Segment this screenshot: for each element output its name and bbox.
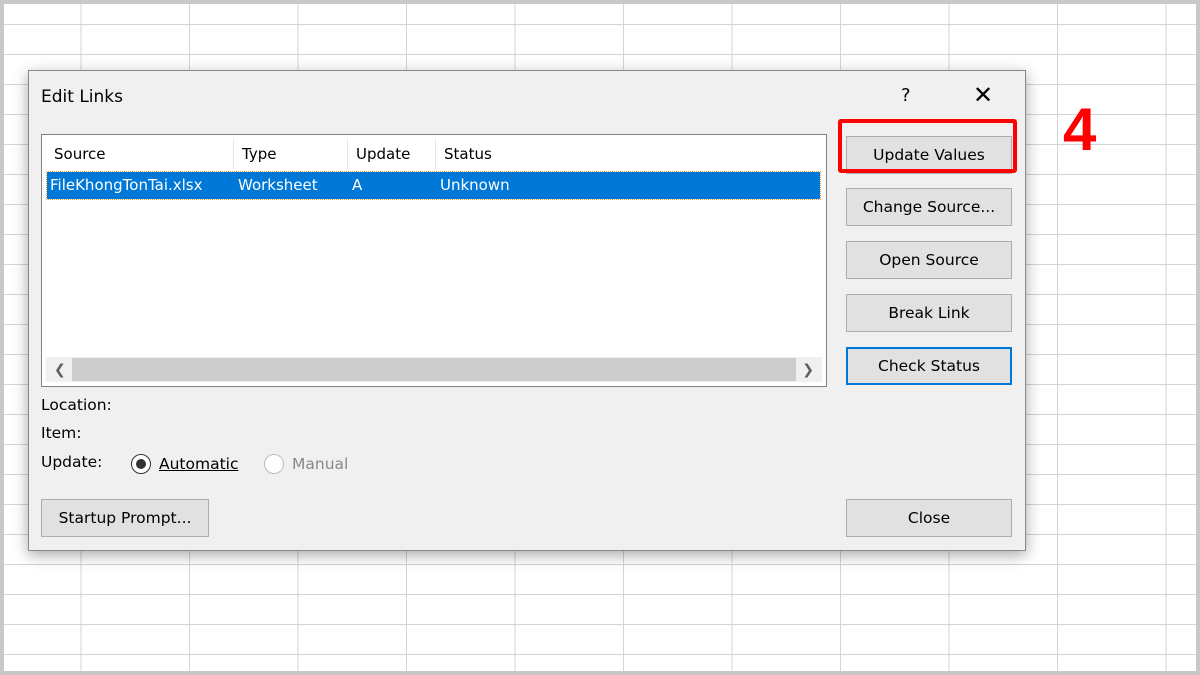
open-source-button[interactable]: Open Source	[846, 241, 1012, 279]
automatic-label[interactable]: Automatic	[159, 455, 239, 473]
step-number-annotation: 4	[1063, 96, 1097, 163]
column-header-update[interactable]: Update	[348, 139, 436, 169]
update-label: Update:	[41, 453, 103, 471]
horizontal-scrollbar[interactable]: ❮ ❯	[46, 357, 822, 382]
scroll-left-icon[interactable]: ❮	[54, 362, 66, 378]
column-header-status[interactable]: Status	[436, 139, 826, 169]
change-source-button[interactable]: Change Source...	[846, 188, 1012, 226]
links-list[interactable]: Source Type Update Status FileKhongTonTa…	[41, 134, 827, 387]
column-header-source[interactable]: Source	[46, 139, 234, 169]
startup-prompt-button[interactable]: Startup Prompt...	[41, 499, 209, 537]
manual-radio	[264, 454, 284, 474]
automatic-radio[interactable]	[131, 454, 151, 474]
highlight-box	[838, 119, 1017, 173]
dialog-title: Edit Links	[41, 87, 123, 107]
cell-type: Worksheet	[238, 176, 318, 194]
list-header: Source Type Update Status	[46, 139, 826, 169]
item-label: Item:	[41, 424, 82, 442]
break-link-button[interactable]: Break Link	[846, 294, 1012, 332]
close-button[interactable]: Close	[846, 499, 1012, 537]
scrollbar-thumb[interactable]	[72, 358, 796, 381]
location-label: Location:	[41, 396, 112, 414]
help-button[interactable]: ?	[901, 85, 911, 106]
manual-label: Manual	[292, 455, 349, 473]
close-icon[interactable]: ✕	[973, 81, 993, 109]
column-header-type[interactable]: Type	[234, 139, 348, 169]
table-row[interactable]: FileKhongTonTai.xlsx Worksheet A Unknown	[46, 171, 821, 200]
cell-status: Unknown	[440, 176, 510, 194]
cell-update: A	[352, 176, 363, 194]
scroll-right-icon[interactable]: ❯	[802, 362, 814, 378]
check-status-button[interactable]: Check Status	[846, 347, 1012, 385]
cell-source: FileKhongTonTai.xlsx	[50, 176, 203, 194]
